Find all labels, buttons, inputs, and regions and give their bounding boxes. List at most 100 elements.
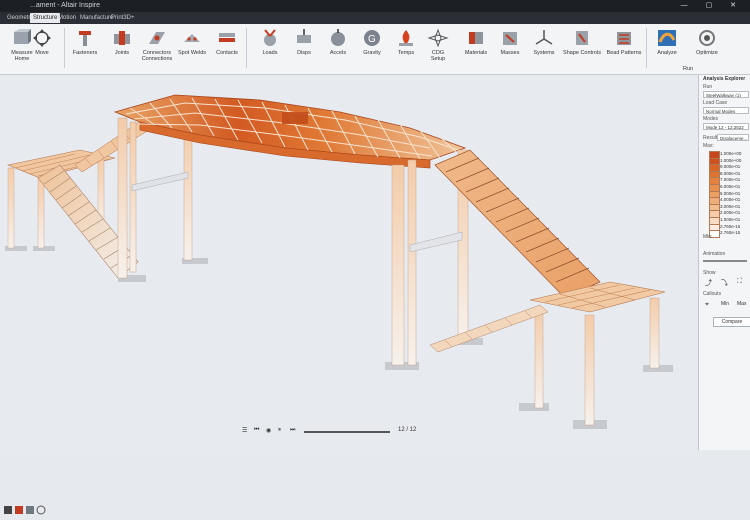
optimize-label: Optimize — [696, 50, 718, 56]
frame-counter: 12 / 12 — [398, 427, 417, 433]
legend-row: 9.000e-01 — [703, 164, 749, 173]
run-select[interactable]: SteelWalkway (1) — [703, 91, 749, 98]
legend-value: 2.760e-15 — [720, 230, 741, 236]
tab-motion[interactable]: Motion — [55, 13, 79, 23]
bead-patterns-label: Bead Patterns — [606, 50, 642, 56]
legend-value: 4.000e-01 — [720, 197, 741, 203]
move-button[interactable]: Move — [20, 26, 64, 72]
analysis-explorer-panel: Analysis Explorer Run SteelWalkway (1) L… — [698, 75, 750, 450]
tab-add[interactable]: + — [128, 13, 138, 23]
fasteners-icon — [79, 31, 91, 46]
min-label: Min: — [703, 234, 713, 240]
move-icon — [33, 29, 51, 47]
bead-patterns-icon — [617, 32, 631, 45]
legend-row: 1.000e-01 — [703, 217, 749, 225]
materials-icon — [469, 32, 483, 44]
walkway-model[interactable] — [0, 75, 698, 450]
bead-patterns-button[interactable]: Bead Patterns — [602, 26, 646, 72]
modes-select[interactable]: Mode 12 - 12.2522 — [703, 123, 749, 130]
pause-icon[interactable]: ⏸ — [278, 427, 281, 434]
legend-value: 1.000e-01 — [720, 217, 741, 222]
model-viewport[interactable]: ✛ — [0, 75, 723, 515]
svg-text:G: G — [368, 34, 376, 45]
display-icon — [26, 506, 34, 514]
title-bar: ...ament - Altair Inspire — ▢ ✕ — [0, 0, 750, 12]
legend-value: 3.000e-01 — [720, 203, 741, 209]
min-callout[interactable]: Min — [721, 301, 729, 307]
gravity-icon: G — [364, 30, 380, 46]
cdg-setup-icon — [427, 28, 449, 48]
joints-icon — [114, 31, 130, 45]
contacts-button[interactable]: Contacts — [205, 26, 249, 72]
play-icon[interactable]: ◉ — [266, 427, 271, 434]
last-frame-icon[interactable]: ⏭ — [290, 427, 295, 434]
compare-button[interactable]: Compare — [713, 317, 750, 327]
show-label: Show — [703, 270, 716, 276]
legend-row: 1.000e+00 — [703, 151, 749, 159]
legend-value: 1.000e+00 — [720, 157, 742, 163]
move-label: Move — [35, 50, 49, 56]
systems-icon — [535, 30, 553, 45]
analyze-icon — [658, 30, 676, 46]
legend-value: 7.000e-01 — [720, 177, 741, 183]
legend-row: 8.000e-01 — [703, 170, 749, 179]
callouts-label: Callouts — [703, 291, 722, 297]
accels-icon — [331, 29, 345, 46]
window-controls[interactable]: — ▢ ✕ — [681, 0, 744, 12]
run-label: Run — [683, 66, 694, 72]
shape-controls-button[interactable]: Shape Controls — [560, 26, 604, 72]
legend-value: 1.000e+00 — [720, 151, 742, 156]
animation-label: Animation — [703, 251, 726, 257]
animation-playbar: ☰ ⏮ ◉ ⏸ ⏭ 12 / 12 — [240, 425, 420, 439]
first-frame-icon[interactable]: ⏮ — [254, 427, 259, 434]
max-label: Max: — [703, 143, 714, 149]
connectors-icon — [149, 32, 165, 44]
show-deformed-icon[interactable]: ⤴ — [705, 278, 712, 288]
ribbon-separator — [246, 28, 247, 68]
ribbon-tab-bar: Geometry Structure Motion Manufacture Pr… — [0, 12, 750, 24]
disps-icon — [297, 29, 311, 43]
load-case-select[interactable]: Normal Modes — [703, 107, 749, 114]
animation-slider[interactable] — [703, 260, 747, 262]
result-select[interactable]: Displaceme... — [717, 134, 749, 141]
masses-icon — [503, 32, 517, 45]
main-bridge-deck — [113, 94, 467, 169]
legend-row: 7.000e-01 — [703, 177, 749, 186]
section-icon — [15, 506, 23, 514]
legend-value: 5.000e-01 — [720, 190, 741, 196]
legend-row: 2.760e-15 — [703, 223, 749, 232]
legend-value: 2.000e-01 — [720, 210, 741, 216]
legend-value: 6.000e-01 — [720, 184, 741, 189]
list-icon[interactable]: ☰ — [242, 427, 247, 434]
camera-icon — [36, 505, 46, 515]
max-callout[interactable]: Max — [737, 301, 746, 307]
result-label: Result — [703, 135, 718, 141]
optimize-icon — [699, 30, 715, 46]
show-mesh-icon[interactable]: ⛶ — [737, 278, 742, 286]
shape-controls-label: Shape Controls — [563, 50, 601, 56]
legend-row: 3.000e-01 — [703, 203, 749, 212]
legend-value: 9.000e-01 — [720, 164, 741, 170]
legend-value: 2.760e-15 — [720, 223, 741, 229]
contacts-icon — [219, 33, 235, 42]
legend-value: 8.000e-01 — [720, 170, 741, 176]
ribbon-toolbar: Measure Home Move Fasteners Joints Conne… — [0, 24, 750, 75]
legend-row: 6.000e-01 — [703, 184, 749, 192]
spot-welds-icon — [184, 34, 200, 42]
frame-slider[interactable] — [304, 431, 390, 433]
show-undeformed-icon[interactable]: ⤵ — [721, 278, 728, 288]
shape-controls-icon — [576, 31, 588, 45]
temps-icon — [399, 30, 413, 46]
panel-title: Analysis Explorer — [703, 76, 746, 82]
callout-pin-icon[interactable]: ⌖ — [705, 301, 709, 309]
analyze-label: Analyze — [657, 50, 677, 56]
load-case-label: Load Case — [703, 100, 728, 106]
window-title: ...ament - Altair Inspire — [30, 2, 101, 9]
loads-icon — [264, 29, 276, 46]
legend-row: 2.000e-01 — [703, 210, 749, 219]
contacts-label: Contacts — [216, 50, 238, 56]
run-field-label: Run — [703, 84, 713, 90]
legend-row: 1.000e+00 — [703, 157, 749, 166]
modes-label: Modes — [703, 116, 719, 122]
view-icons — [4, 502, 48, 520]
